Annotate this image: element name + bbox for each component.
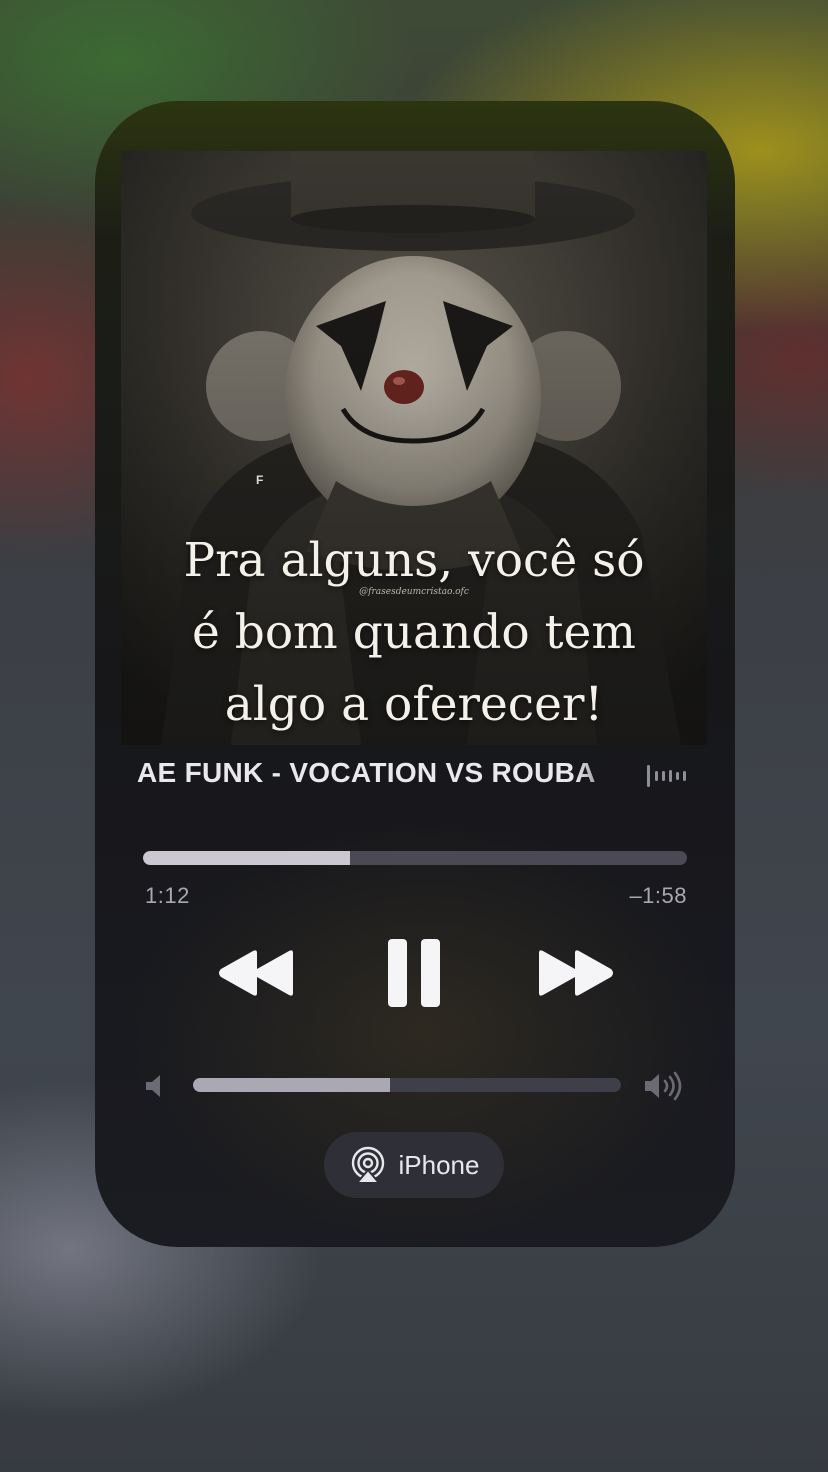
rewind-icon xyxy=(219,950,293,996)
artwork-mark: F xyxy=(256,473,264,487)
album-artwork: F Pra alguns, você só é bom quando tem a… xyxy=(121,151,707,745)
remaining-time: –1:58 xyxy=(629,883,687,908)
playback-scrubber[interactable] xyxy=(143,851,687,865)
speaker-low-icon xyxy=(146,1075,160,1097)
audio-bars-icon xyxy=(647,765,686,787)
now-playing-card: F Pra alguns, você só é bom quando tem a… xyxy=(95,101,735,1247)
title-fade xyxy=(575,751,635,801)
speaker-high-icon xyxy=(645,1071,682,1101)
audio-output-label: iPhone xyxy=(398,1149,480,1180)
volume-slider[interactable] xyxy=(193,1078,621,1092)
artwork-caption: Pra alguns, você só é bom quando tem alg… xyxy=(121,525,707,741)
pause-icon xyxy=(388,939,440,1007)
fast-forward-icon xyxy=(539,950,613,996)
elapsed-time: 1:12 xyxy=(145,883,190,908)
volume-fill xyxy=(193,1078,390,1092)
caption-line: algo a oferecer! xyxy=(224,677,604,732)
playback-progress-fill xyxy=(143,851,350,865)
artwork-watermark: @frasesdeumcristao.ofc xyxy=(359,587,469,597)
audio-output-button[interactable]: iPhone xyxy=(324,1132,504,1198)
track-title: AE FUNK - VOCATION VS ROUBA xyxy=(137,757,596,788)
airplay-audio-icon xyxy=(351,1146,384,1184)
caption-line: é bom quando tem xyxy=(192,605,636,660)
rewind-button[interactable] xyxy=(217,949,297,997)
fast-forward-button[interactable] xyxy=(535,949,615,997)
pause-button[interactable] xyxy=(386,937,442,1009)
